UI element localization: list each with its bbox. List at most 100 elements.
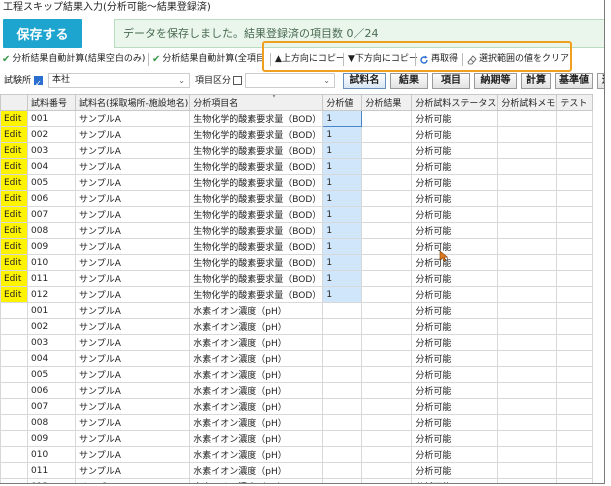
save-button[interactable]: 保存する bbox=[3, 19, 82, 48]
analysis-value-cell[interactable]: 1 bbox=[322, 110, 363, 127]
sample-number-cell[interactable]: 005 bbox=[27, 174, 76, 191]
column-header[interactable]: 分析値 bbox=[322, 94, 363, 111]
sample-number-cell[interactable]: 004 bbox=[27, 350, 76, 367]
test-cell[interactable] bbox=[556, 398, 594, 415]
column-header[interactable]: 分析試料ステータス bbox=[411, 94, 499, 111]
analysis-item-cell[interactable]: 生物化学的酸素要求量（BOD） bbox=[189, 286, 324, 303]
sample-status-cell[interactable]: 分析可能 bbox=[411, 174, 499, 191]
sample-name-cell[interactable]: サンプルA bbox=[74, 142, 191, 159]
test-cell[interactable] bbox=[556, 286, 594, 303]
sample-memo-cell[interactable] bbox=[497, 110, 558, 127]
table-row[interactable]: Edit 010 サンプルA 生物化学的酸素要求量（BOD） 1 分析可能 bbox=[0, 254, 594, 271]
tab-more[interactable]: 通 bbox=[597, 73, 604, 89]
sample-status-cell[interactable]: 分析可能 bbox=[411, 254, 499, 271]
auto-calc-blank-button[interactable]: ✔ 分析結果自動計算(結果空白のみ) bbox=[2, 51, 145, 68]
analysis-result-cell[interactable] bbox=[361, 238, 413, 255]
tab-sample-name[interactable]: 試料名 bbox=[343, 73, 386, 89]
edit-button[interactable]: Edit bbox=[0, 286, 28, 303]
edit-button[interactable]: Edit bbox=[0, 222, 28, 239]
edit-button[interactable]: Edit bbox=[0, 206, 28, 223]
sample-status-cell[interactable]: 分析可能 bbox=[411, 318, 499, 335]
sample-status-cell[interactable]: 分析可能 bbox=[411, 462, 499, 479]
test-cell[interactable] bbox=[556, 430, 594, 447]
sample-memo-cell[interactable] bbox=[497, 126, 558, 143]
sample-status-cell[interactable]: 分析可能 bbox=[411, 350, 499, 367]
test-cell[interactable] bbox=[556, 462, 594, 479]
sample-number-cell[interactable]: 011 bbox=[27, 462, 76, 479]
analysis-item-cell[interactable]: 生物化学的酸素要求量（BOD） bbox=[189, 254, 324, 271]
sample-name-cell[interactable]: サンプルA bbox=[74, 110, 191, 127]
analysis-result-cell[interactable] bbox=[361, 174, 413, 191]
sample-name-cell[interactable]: サンプルA bbox=[74, 302, 191, 319]
analysis-value-cell[interactable] bbox=[322, 318, 363, 335]
analysis-item-cell[interactable]: 水素イオン濃度（pH） bbox=[189, 382, 324, 399]
analysis-result-cell[interactable] bbox=[361, 206, 413, 223]
analysis-value-cell[interactable]: 1 bbox=[322, 206, 363, 223]
column-header[interactable]: 試料番号 bbox=[27, 94, 76, 111]
test-cell[interactable] bbox=[556, 190, 594, 207]
sample-memo-cell[interactable] bbox=[497, 142, 558, 159]
analysis-result-cell[interactable] bbox=[361, 270, 413, 287]
sample-number-cell[interactable]: 010 bbox=[27, 254, 76, 271]
test-cell[interactable] bbox=[556, 238, 594, 255]
edit-button[interactable]: Edit bbox=[0, 254, 28, 271]
sample-name-cell[interactable]: サンプルA bbox=[74, 462, 191, 479]
analysis-item-cell[interactable]: 水素イオン濃度（pH） bbox=[189, 334, 324, 351]
test-cell[interactable] bbox=[556, 142, 594, 159]
analysis-item-cell[interactable]: 生物化学的酸素要求量（BOD） bbox=[189, 142, 324, 159]
edit-button[interactable]: Edit bbox=[0, 238, 28, 255]
analysis-result-cell[interactable] bbox=[361, 142, 413, 159]
sample-number-cell[interactable]: 009 bbox=[27, 430, 76, 447]
sample-name-cell[interactable]: サンプルA bbox=[74, 318, 191, 335]
sample-number-cell[interactable]: 012 bbox=[27, 478, 76, 483]
table-row[interactable]: Edit 006 サンプルA 生物化学的酸素要求量（BOD） 1 分析可能 bbox=[0, 190, 594, 207]
analysis-value-cell[interactable] bbox=[322, 446, 363, 463]
column-header[interactable]: 試料名(採取場所-施設地名) bbox=[74, 94, 191, 111]
table-row[interactable]: Edit 012 サンプルA 生物化学的酸素要求量（BOD） 1 分析可能 bbox=[0, 286, 594, 303]
analysis-result-cell[interactable] bbox=[361, 190, 413, 207]
sample-status-cell[interactable]: 分析可能 bbox=[411, 398, 499, 415]
analysis-value-cell[interactable]: 1 bbox=[322, 158, 363, 175]
sample-memo-cell[interactable] bbox=[497, 382, 558, 399]
sample-number-cell[interactable]: 003 bbox=[27, 142, 76, 159]
table-row[interactable]: 008 サンプルA 水素イオン濃度（pH） 分析可能 bbox=[0, 414, 594, 431]
edit-button[interactable]: Edit bbox=[0, 126, 28, 143]
sample-number-cell[interactable]: 005 bbox=[27, 366, 76, 383]
table-row[interactable]: 001 サンプルA 水素イオン濃度（pH） 分析可能 bbox=[0, 302, 594, 319]
test-cell[interactable] bbox=[556, 270, 594, 287]
table-row[interactable]: 012サンプルA水素イオン濃度（pH） 分析可能 bbox=[0, 478, 594, 483]
sample-status-cell[interactable]: 分析可能 bbox=[411, 142, 499, 159]
edit-button[interactable]: Edit bbox=[0, 142, 28, 159]
table-row[interactable]: 007 サンプルA 水素イオン濃度（pH） 分析可能 bbox=[0, 398, 594, 415]
sample-number-cell[interactable]: 007 bbox=[27, 206, 76, 223]
edit-button[interactable]: Edit bbox=[0, 270, 28, 287]
sample-number-cell[interactable]: 006 bbox=[27, 382, 76, 399]
sample-number-cell[interactable]: 010 bbox=[27, 446, 76, 463]
table-row[interactable]: Edit 011 サンプルA 生物化学的酸素要求量（BOD） 1 分析可能 bbox=[0, 270, 594, 287]
sample-number-cell[interactable]: 002 bbox=[27, 318, 76, 335]
sample-memo-cell[interactable] bbox=[497, 334, 558, 351]
sample-memo-cell[interactable] bbox=[497, 174, 558, 191]
sample-number-cell[interactable]: 008 bbox=[27, 222, 76, 239]
test-cell[interactable] bbox=[556, 318, 594, 335]
test-cell[interactable] bbox=[556, 110, 594, 127]
analysis-item-cell[interactable]: 生物化学的酸素要求量（BOD） bbox=[189, 158, 324, 175]
analysis-value-cell[interactable] bbox=[322, 350, 363, 367]
analysis-result-cell[interactable] bbox=[361, 318, 413, 335]
test-cell[interactable] bbox=[556, 158, 594, 175]
sample-number-cell[interactable]: 007 bbox=[27, 398, 76, 415]
sample-number-cell[interactable]: 004 bbox=[27, 158, 76, 175]
sample-memo-cell[interactable] bbox=[497, 398, 558, 415]
sample-status-cell[interactable]: 分析可能 bbox=[411, 222, 499, 239]
test-cell[interactable] bbox=[556, 254, 594, 271]
sample-memo-cell[interactable] bbox=[497, 366, 558, 383]
table-row[interactable]: Edit 008 サンプルA 生物化学的酸素要求量（BOD） 1 分析可能 bbox=[0, 222, 594, 239]
analysis-result-cell[interactable] bbox=[361, 462, 413, 479]
analysis-result-cell[interactable] bbox=[361, 430, 413, 447]
analysis-value-cell[interactable] bbox=[322, 478, 363, 483]
analysis-result-cell[interactable] bbox=[361, 126, 413, 143]
test-cell[interactable] bbox=[556, 302, 594, 319]
sample-name-cell[interactable]: サンプルA bbox=[74, 366, 191, 383]
analysis-item-cell[interactable]: 水素イオン濃度（pH） bbox=[189, 318, 324, 335]
sample-memo-cell[interactable] bbox=[497, 318, 558, 335]
